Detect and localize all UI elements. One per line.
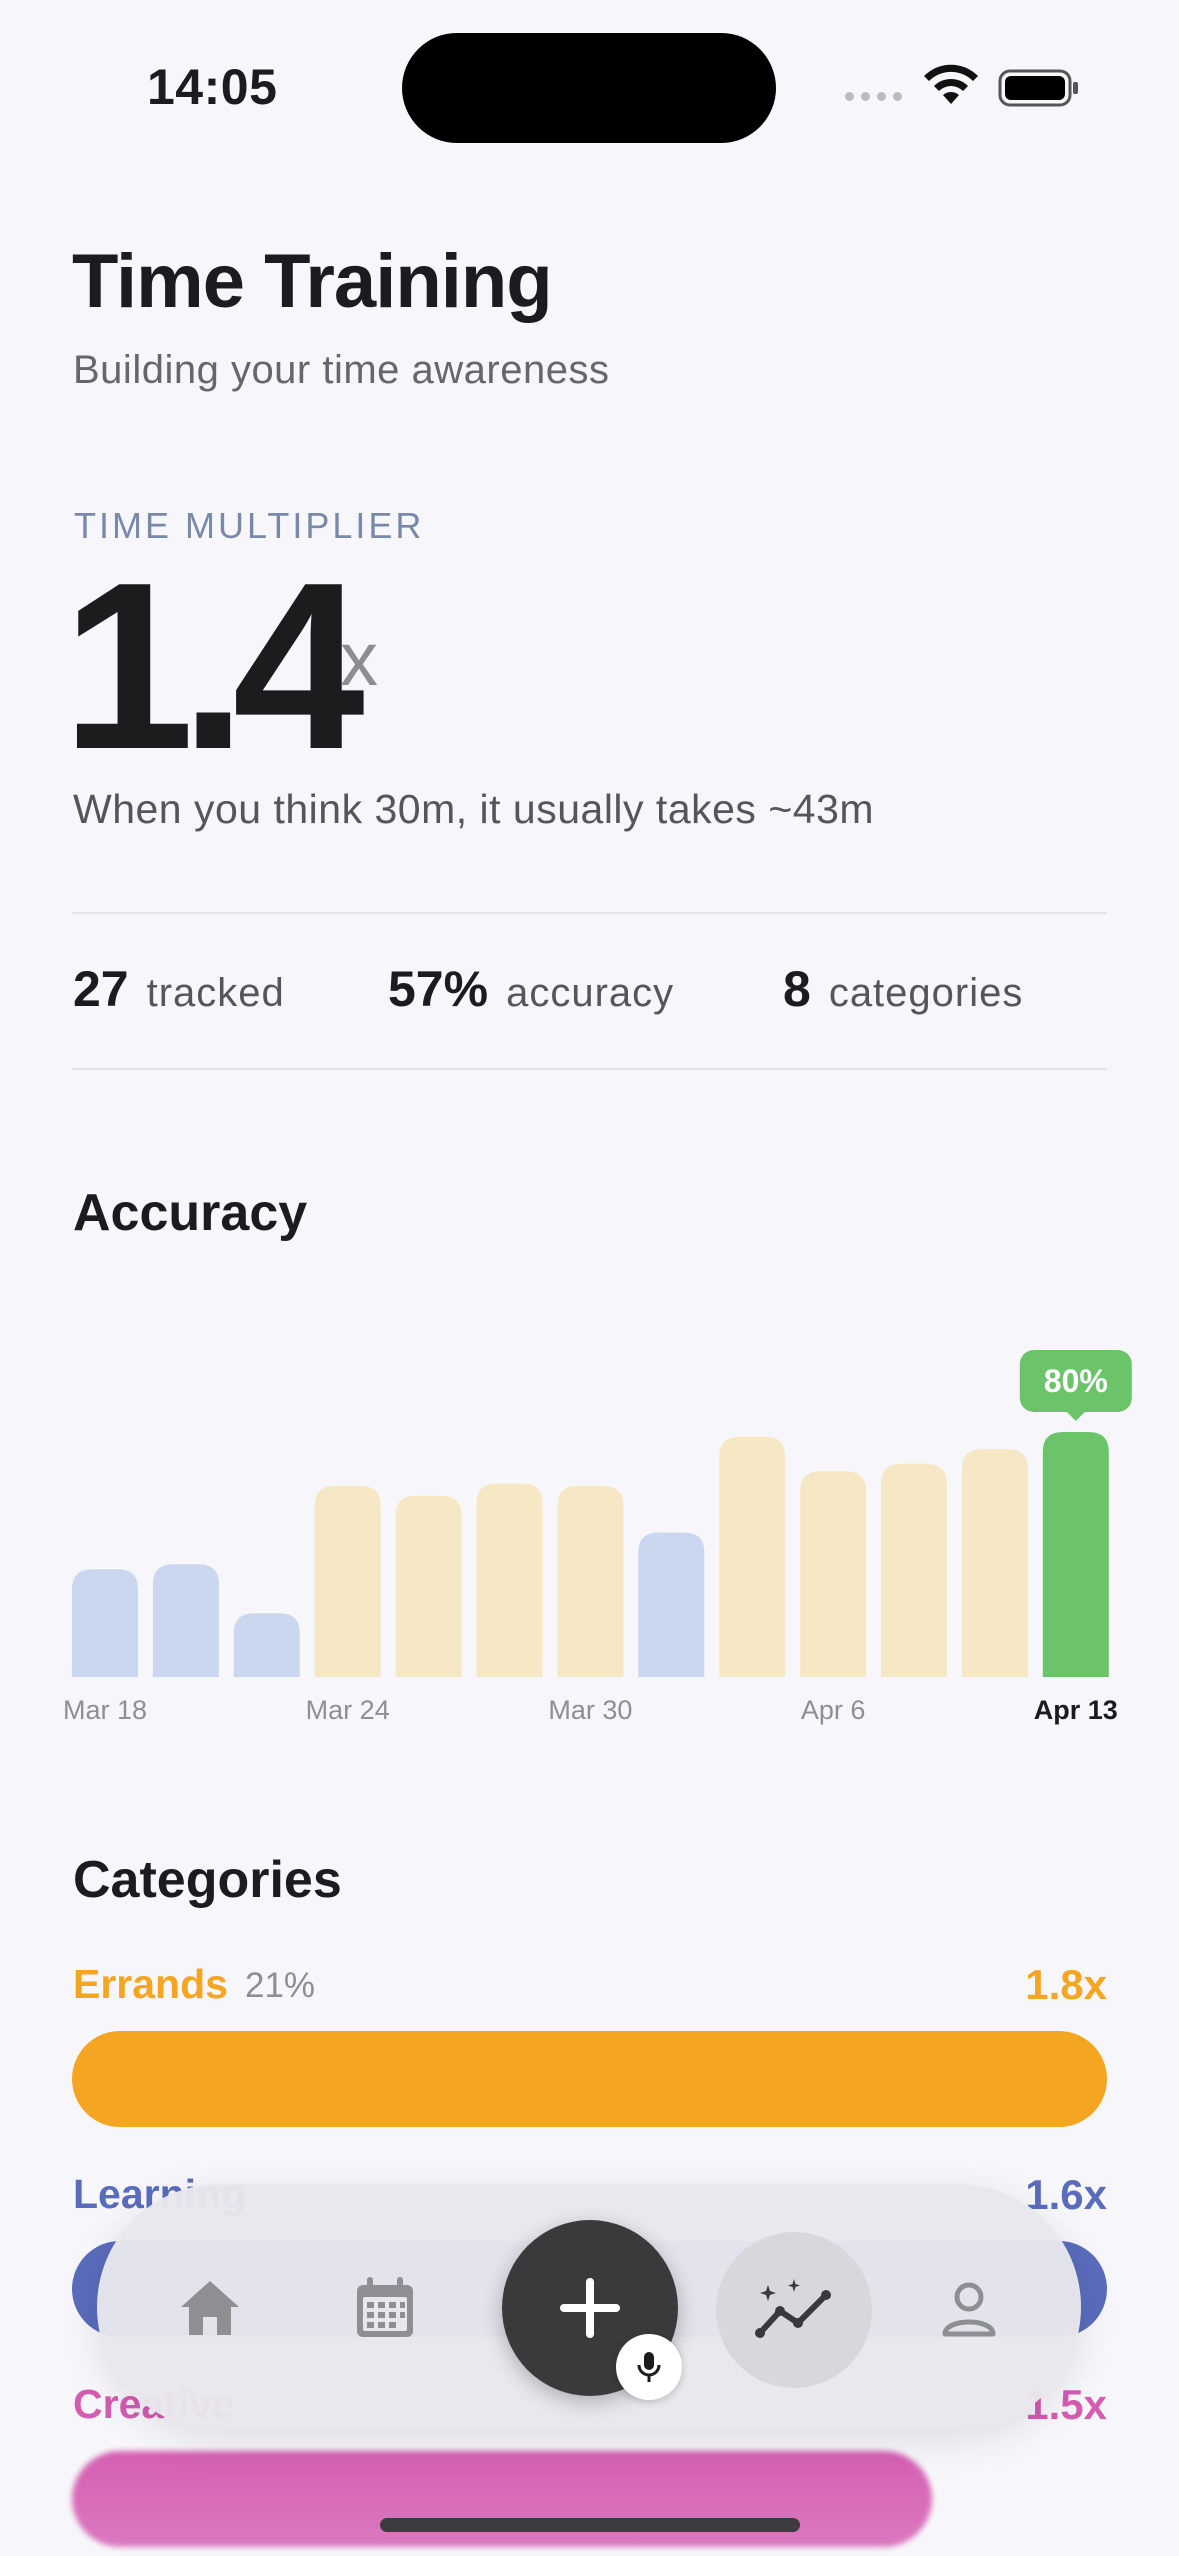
screen: 14:05 Time Training Building your time a…: [0, 0, 1179, 2556]
divider: [72, 1068, 1107, 1070]
chart-bar[interactable]: [476, 1483, 543, 1677]
multiplier-description: When you think 30m, it usually takes ~43…: [73, 786, 875, 832]
chart-bar[interactable]: [638, 1532, 705, 1677]
chart-tick-label: Mar 24: [306, 1695, 390, 1725]
stat-categories: 8 categories: [783, 960, 1023, 1018]
nav-home[interactable]: [165, 2263, 255, 2353]
stat-accuracy: 57% accuracy: [388, 960, 674, 1018]
category-name: Errands: [73, 1961, 228, 2007]
category-multiplier: 1.6x: [1025, 2171, 1107, 2218]
multiplier-value: 1.4: [62, 534, 365, 799]
chart-bar[interactable]: [961, 1449, 1028, 1677]
voice-button[interactable]: [616, 2334, 682, 2400]
profile-icon: [942, 2282, 996, 2337]
category-percent: 21%: [245, 1966, 316, 2005]
chart-bar[interactable]: [557, 1485, 624, 1677]
nav-calendar[interactable]: [340, 2263, 430, 2353]
insights-icon: [755, 2279, 831, 2338]
accuracy-chart: 80% Mar 18 Mar 24 Mar 30 Apr 6 Apr 13: [63, 1350, 1132, 1725]
chart-bar[interactable]: [881, 1463, 947, 1677]
stat-value: 57%: [388, 961, 489, 1017]
chart-tick-label: Mar 18: [63, 1695, 147, 1725]
nav-insights[interactable]: [749, 2265, 839, 2355]
accuracy-title: Accuracy: [73, 1184, 308, 1242]
stat-value: 8: [783, 961, 811, 1017]
nav-profile[interactable]: [924, 2263, 1014, 2353]
home-icon: [181, 2281, 239, 2335]
wifi-icon: [924, 64, 978, 104]
category-bar-errands[interactable]: [72, 2031, 1107, 2127]
chart-bar[interactable]: [152, 1564, 219, 1677]
mic-icon: [637, 2352, 661, 2382]
stat-tracked: 27 tracked: [73, 960, 285, 1018]
chart-bar[interactable]: [1042, 1432, 1109, 1677]
status-time: 14:05: [147, 59, 278, 115]
chart-tick-label: Apr 6: [801, 1695, 866, 1725]
calendar-icon: [357, 2277, 413, 2337]
chart-bar[interactable]: [800, 1471, 867, 1677]
chart-tick-label: Apr 13: [1034, 1695, 1118, 1725]
dynamic-island: [402, 33, 776, 143]
home-indicator: [380, 2518, 800, 2532]
chart-bar[interactable]: [233, 1613, 300, 1677]
stat-label: categories: [828, 971, 1024, 1015]
page-title: Time Training: [72, 239, 553, 324]
chart-highlight-label: 80%: [1019, 1350, 1132, 1421]
stat-label: accuracy: [506, 971, 675, 1015]
signal-icon: [845, 92, 902, 101]
bottom-fade: [0, 2440, 1179, 2556]
chart-bar[interactable]: [72, 1569, 138, 1677]
category-multiplier: 1.8x: [1025, 1961, 1107, 2008]
chart-tick-label: Mar 30: [548, 1695, 632, 1725]
stat-label: tracked: [146, 971, 285, 1015]
chart-bar[interactable]: [314, 1485, 381, 1677]
multiplier-unit: x: [340, 617, 378, 702]
page-subtitle: Building your time awareness: [73, 348, 610, 392]
categories-title: Categories: [73, 1851, 342, 1909]
chart-bar[interactable]: [719, 1436, 786, 1677]
chart-data-label: 80%: [1044, 1363, 1108, 1399]
chart-bar[interactable]: [395, 1495, 462, 1677]
divider: [72, 912, 1107, 914]
battery-icon: [998, 69, 1078, 107]
stat-value: 27: [73, 961, 129, 1017]
